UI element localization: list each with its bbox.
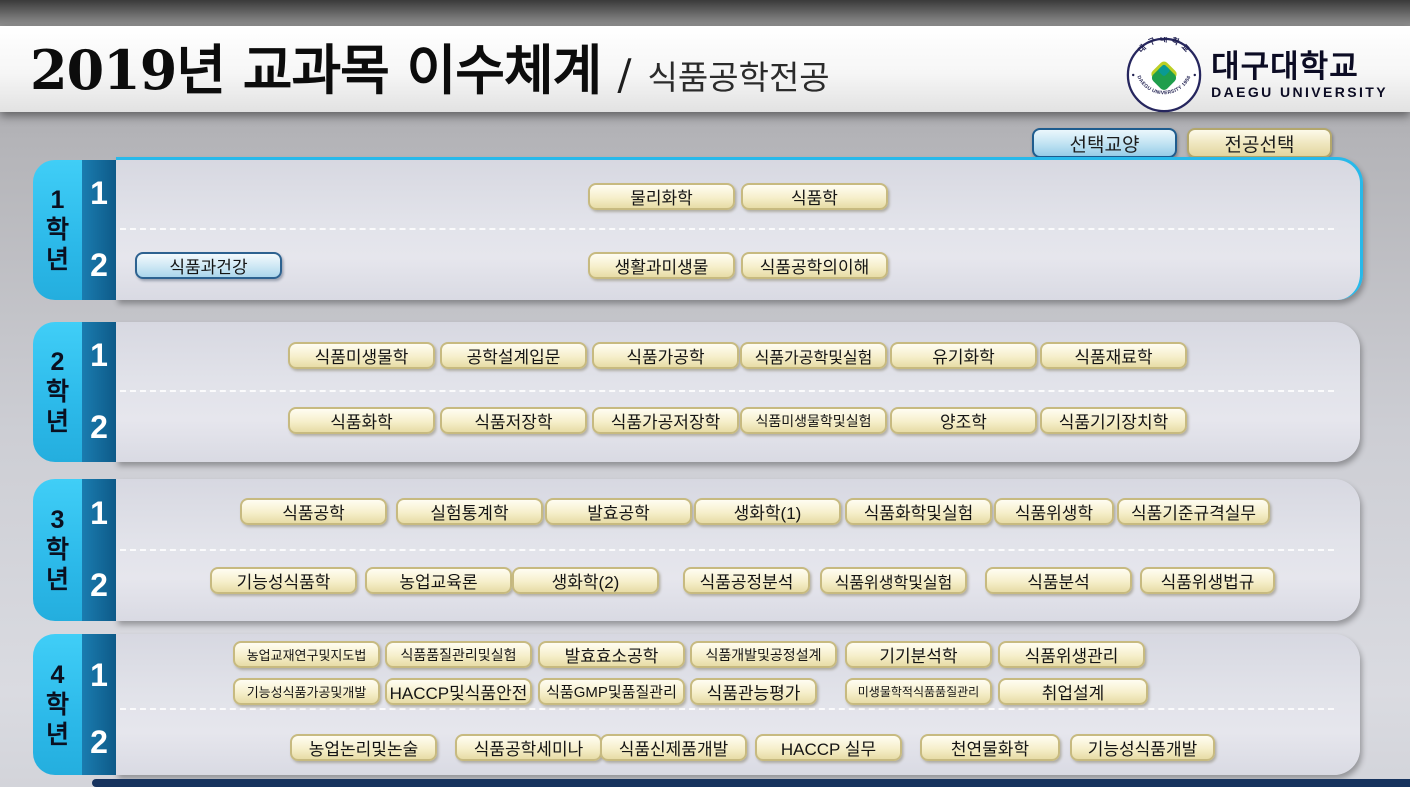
course-box: HACCP및식품안전: [385, 678, 532, 705]
course-box: 발효효소공학: [538, 641, 685, 668]
course-box: 식품품질관리및실험: [385, 641, 532, 668]
course-box: 발효공학: [545, 498, 692, 525]
course-box: 농업교육론: [365, 567, 512, 594]
year-label: 3학년: [33, 505, 82, 595]
year-label: 2학년: [33, 347, 82, 437]
year-2-body: 식품미생물학공학설계입문식품가공학식품가공학및실험유기화학식품재료학식품화학식품…: [116, 322, 1360, 462]
year-3-body: 식품공학 실험통계학발효공학생화학(1)식품화학및실험식품위생학식품기준규격실무기…: [116, 479, 1360, 621]
year-label-char: 년: [33, 407, 82, 437]
semester-divider: [120, 549, 1334, 551]
course-box: 기능성식품개발: [1070, 734, 1215, 761]
year-label-char: 년: [33, 720, 82, 750]
course-box: 식품저장학: [440, 407, 587, 434]
year-label-char: 년: [33, 245, 82, 275]
course-box: 농업논리및논술: [290, 734, 437, 761]
course-box: 식품미생물학및실험: [740, 407, 887, 434]
course-box: 식품위생학및실험: [820, 567, 967, 594]
course-box: 취업설계: [998, 678, 1148, 705]
course-box: 생화학(2): [512, 567, 659, 594]
course-box: 기능성식품가공및개발: [233, 678, 380, 705]
course-box: 식품공학의이해: [741, 252, 888, 279]
year-label-char: 3: [33, 505, 82, 535]
course-box: 식품개발및공정설계: [690, 641, 837, 668]
course-box: 생화학(1): [694, 498, 841, 525]
year-label-char: 2: [33, 347, 82, 377]
course-box: 식품공학세미나: [455, 734, 602, 761]
course-box: 식품기준규격실무: [1117, 498, 1270, 525]
course-box: 식품미생물학: [288, 342, 435, 369]
course-box: 실험통계학: [396, 498, 543, 525]
year-label-char: 1: [33, 185, 82, 215]
course-box: 물리화학: [588, 183, 735, 210]
year-label-char: 년: [33, 565, 82, 595]
year-label-char: 학: [33, 377, 82, 407]
course-box: 식품신제품개발: [600, 734, 747, 761]
course-box: 유기화학: [890, 342, 1037, 369]
course-box: 식품화학: [288, 407, 435, 434]
course-box: 농업교재연구및지도법: [233, 641, 380, 668]
course-box: 식품가공저장학: [592, 407, 739, 434]
course-box: 식품화학및실험: [845, 498, 992, 525]
course-box: 식품관능평가: [690, 678, 817, 705]
year-4-panel: 농업교재연구및지도법식품품질관리및실험발효효소공학식품개발및공정설계기기분석학식…: [33, 634, 1360, 775]
year-3-panel: 식품공학 실험통계학발효공학생화학(1)식품화학및실험식품위생학식품기준규격실무기…: [33, 479, 1360, 621]
year-label-char: 4: [33, 660, 82, 690]
course-box: 식품분석: [985, 567, 1132, 594]
course-box: 식품학: [741, 183, 888, 210]
course-box: 천연물화학: [920, 734, 1060, 761]
year-2-panel: 식품미생물학공학설계입문식품가공학식품가공학및실험유기화학식품재료학식품화학식품…: [33, 322, 1360, 462]
course-box: 기능성식품학: [210, 567, 357, 594]
semester-1-number: 1: [82, 173, 116, 213]
semester-2-number: 2: [82, 565, 116, 605]
course-box: 식품공학: [240, 498, 387, 525]
semester-2-number: 2: [82, 245, 116, 285]
semester-2-number: 2: [82, 722, 116, 762]
course-box: 식품위생학: [994, 498, 1114, 525]
year-label: 4학년: [33, 660, 82, 750]
course-box: 식품재료학: [1040, 342, 1187, 369]
year-label-char: 학: [33, 215, 82, 245]
course-box: 식품기기장치학: [1040, 407, 1187, 434]
year-1-panel: 물리화학식품학식품과건강생활과미생물식품공학의이해1학년12: [33, 160, 1360, 300]
course-box: 식품GMP및품질관리: [538, 678, 685, 705]
course-box: 식품과건강: [135, 252, 282, 279]
course-box: 생활과미생물: [588, 252, 735, 279]
year-label-char: 학: [33, 535, 82, 565]
course-box: 식품가공학및실험: [740, 342, 887, 369]
year-1-body: 물리화학식품학식품과건강 생활과미생물식품공학의이해: [116, 157, 1363, 300]
course-box: 식품공정분석: [683, 567, 810, 594]
semester-1-number: 1: [82, 493, 116, 533]
course-box: 미생물학적식품품질관리: [845, 678, 992, 705]
course-box: 식품가공학: [592, 342, 739, 369]
bottom-accent-bar: [92, 779, 1410, 787]
course-box: HACCP 실무: [755, 734, 902, 761]
course-box: 식품위생법규: [1140, 567, 1275, 594]
semester-divider: [120, 228, 1334, 230]
year-label: 1학년: [33, 185, 82, 275]
year-4-body: 농업교재연구및지도법식품품질관리및실험발효효소공학식품개발및공정설계기기분석학식…: [116, 634, 1360, 775]
semester-divider: [120, 390, 1334, 392]
course-box: 공학설계입문: [440, 342, 587, 369]
semester-1-number: 1: [82, 655, 116, 695]
course-box: 식품위생관리: [998, 641, 1145, 668]
year-label-char: 학: [33, 690, 82, 720]
semester-divider: [120, 708, 1334, 710]
course-box: 양조학: [890, 407, 1037, 434]
semester-2-number: 2: [82, 407, 116, 447]
curriculum-panels: 물리화학식품학식품과건강생활과미생물식품공학의이해1학년12식품미생물학공학설계…: [0, 0, 1410, 787]
course-box: 기기분석학: [845, 641, 992, 668]
semester-1-number: 1: [82, 335, 116, 375]
